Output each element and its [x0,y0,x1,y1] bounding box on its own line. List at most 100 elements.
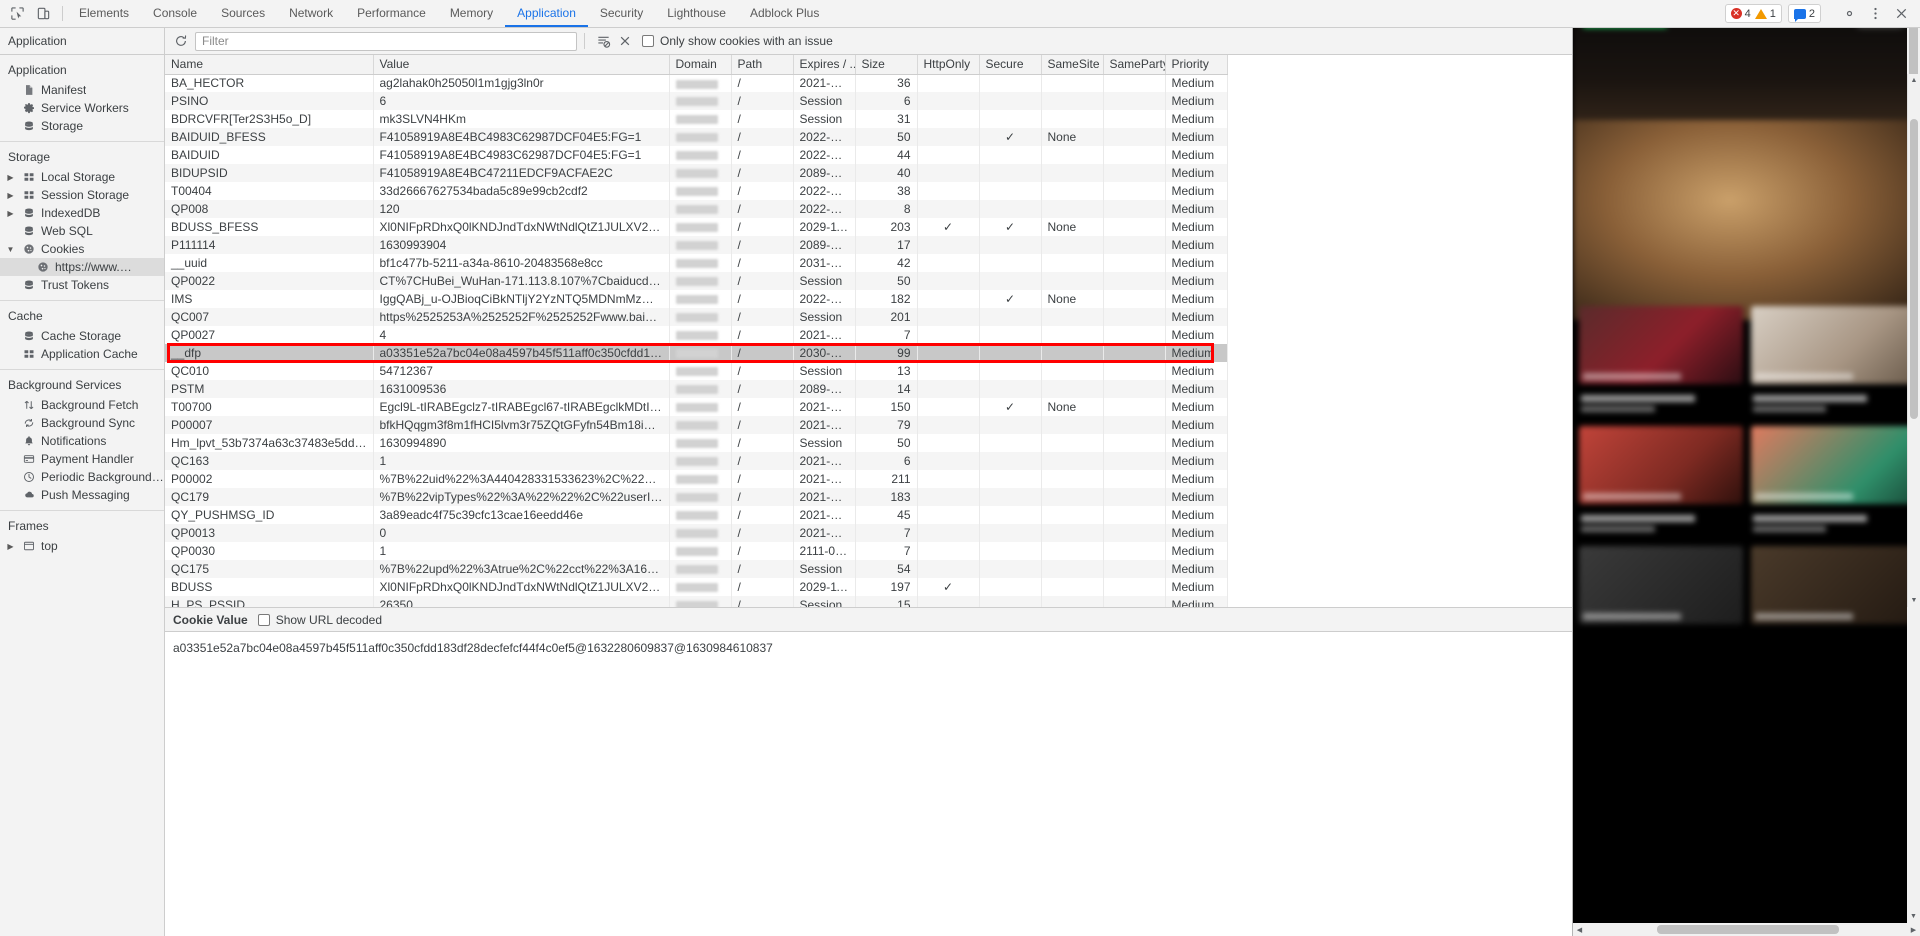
error-badge[interactable]: ✕ 4 [1730,8,1751,20]
table-row[interactable]: Hm_lpvt_53b7374a63c37483e5dd97d... 163099… [165,434,1228,452]
table-row[interactable]: QC010 54712367 /Session 13 Medium [165,362,1228,380]
table-row[interactable]: QC175 %7B%22upd%22%3Atrue%2C%22cct%22%3A1… [165,560,1228,578]
tab-sources[interactable]: Sources [209,0,277,27]
table-row[interactable]: __dfp a03351e52a7bc04e08a4597b45f511aff0c… [165,344,1228,362]
delete-cookie-icon[interactable] [614,30,636,52]
sidebar-item-top[interactable]: ▶ top [0,537,164,555]
sidebar-item-periodic-background-sync[interactable]: ▶Periodic Background Sync [0,468,164,486]
warning-badge[interactable]: 1 [1754,8,1776,20]
inspect-element-icon[interactable] [8,5,26,23]
table-row[interactable]: T00700 Egcl9L-tIRABEgclz7-tIRABEgcl67-tIR… [165,398,1228,416]
tab-application[interactable]: Application [505,0,588,27]
column-header-samesite[interactable]: SameSite [1041,55,1104,75]
checkbox-box[interactable] [642,35,654,47]
only-show-issues-checkbox[interactable]: Only show cookies with an issue [642,34,833,48]
sidebar-item-notifications[interactable]: ▶Notifications [0,432,164,450]
table-row[interactable]: QP0030 1 /2111-08-... 7 Medium [165,542,1228,560]
column-header-size[interactable]: Size [855,55,918,75]
table-row[interactable]: PSINO 6/Session 6 Medium [165,92,1228,110]
column-header-name[interactable]: Name [165,55,374,75]
table-row[interactable]: P00007 bfkHQqgm3f8m1fHCI5lvm3r75ZQtGFyfn5… [165,416,1228,434]
table-row[interactable]: QC179 %7B%22vipTypes%22%3A%22%22%2C%22use… [165,488,1228,506]
table-row[interactable]: BDRCVFR[Ter2S3H5o_D] mk3SLVN4HKm / Session 3… [165,110,1228,128]
preview-horizontal-scrollbar[interactable]: ◀ ▶ [1573,923,1920,936]
scroll-right-icon[interactable]: ▶ [1907,923,1920,936]
table-row[interactable]: P111114 1630993904 /2089-09-... 17 Medium [165,236,1228,254]
sidebar-item-service-workers[interactable]: ▶Service Workers [0,99,164,117]
sidebar-item-payment-handler[interactable]: ▶Payment Handler [0,450,164,468]
tab-lighthouse[interactable]: Lighthouse [655,0,738,27]
issue-counters[interactable]: ✕ 4 1 [1724,4,1782,23]
table-row[interactable]: QC007 https%2525253A%2525252F%2525252Fwww… [165,308,1228,326]
clear-all-cookies-icon[interactable] [592,30,614,52]
sidebar-item-manifest[interactable]: ▶Manifest [0,81,164,99]
sidebar-item-background-sync[interactable]: ▶Background Sync [0,414,164,432]
table-row[interactable]: __uuid bf1c477b-5211-a34a-8610-20483568e8… [165,254,1228,272]
chevron-right-icon[interactable]: ▶ [6,173,15,182]
table-row[interactable]: BAIDUID F41058919A8E4BC4983C62987DCF04E5:… [165,146,1228,164]
more-options-icon[interactable] [1862,1,1888,27]
chevron-right-icon[interactable]: ▶ [6,209,15,218]
column-header-value[interactable]: Value [373,55,670,75]
chevron-right-icon[interactable]: ▶ [6,542,15,551]
table-row[interactable]: QY_PUSHMSG_ID 3a89eadc4f75c39cfc13cae16ee… [165,506,1228,524]
filter-input[interactable] [195,31,577,51]
sidebar-item-indexeddb[interactable]: ▶ IndexedDB [0,204,164,222]
tab-memory[interactable]: Memory [438,0,505,27]
table-vertical-scrollbar[interactable]: ▲ ▼ [1907,74,1920,607]
column-header-path[interactable]: Path [731,55,794,75]
table-row[interactable]: PSTM 1631009536 /2089-09-... 14 Medium [165,380,1228,398]
sidebar-item-local-storage[interactable]: ▶ Local Storage [0,168,164,186]
table-row[interactable]: QP008 120 /2022-09-... 8 Medium [165,200,1228,218]
column-header-priority[interactable]: Priority [1165,55,1228,75]
column-header-httponly[interactable]: HttpOnly [917,55,980,75]
scrollbar-thumb[interactable] [1657,925,1839,934]
scroll-left-icon[interactable]: ◀ [1573,923,1586,936]
tab-console[interactable]: Console [141,0,209,27]
sidebar-item-cache-storage[interactable]: ▶Cache Storage [0,327,164,345]
sidebar-item-cookies[interactable]: ▼ Cookies [0,240,164,258]
sidebar-item-push-messaging[interactable]: ▶Push Messaging [0,486,164,504]
tab-adblock-plus[interactable]: Adblock Plus [738,0,831,27]
sidebar-item-trust-tokens[interactable]: ▶Trust Tokens [0,276,164,294]
tab-security[interactable]: Security [588,0,655,27]
column-header-secure[interactable]: Secure [979,55,1042,75]
table-row[interactable]: QP0013 0 /2021-09-... 7 Medium [165,524,1228,542]
checkbox-box[interactable] [257,613,270,626]
table-row[interactable]: BA_HECTOR ag2lahak0h25050l1m1gjg3ln0r /202… [165,74,1228,92]
table-row[interactable]: BIDUPSID F41058919A8E4BC47211EDCF9ACFAE2C… [165,164,1228,182]
sidebar-item-session-storage[interactable]: ▶ Session Storage [0,186,164,204]
tab-network[interactable]: Network [277,0,345,27]
table-row[interactable]: T00404 33d26667627534bada5c89e99cb2cdf2 /2… [165,182,1228,200]
sidebar-item-web-sql[interactable]: ▶Web SQL [0,222,164,240]
sidebar-item-application-cache[interactable]: ▶Application Cache [0,345,164,363]
table-row[interactable]: H_PS_PSSID 26350 /Session 15 Medium [165,596,1228,607]
table-row[interactable]: P00002 %7B%22uid%22%3A440428331533623%2C%… [165,470,1228,488]
tab-elements[interactable]: Elements [67,0,141,27]
table-row[interactable]: IMS IggQABj_u-OJBioqCiBkNTljY2YzNTQ5MDNmM… [165,290,1228,308]
sidebar-item-background-fetch[interactable]: ▶Background Fetch [0,396,164,414]
table-row[interactable]: QC163 1 /2021-09-... 6 Medium [165,452,1228,470]
table-row[interactable]: BAIDUID_BFESS F41058919A8E4BC4983C62987DC… [165,128,1228,146]
refresh-icon[interactable] [169,29,193,53]
gear-icon[interactable] [1836,1,1862,27]
table-row[interactable]: BDUSS_BFESS Xl0NIFpRDhxQ0lKNDJndTdxNWtNdl… [165,218,1228,236]
chevron-down-icon[interactable]: ▼ [6,245,15,254]
scroll-down-icon[interactable]: ▼ [1907,910,1920,923]
scroll-down-icon[interactable]: ▼ [1908,594,1920,607]
show-url-decoded-checkbox[interactable]: Show URL decoded [257,613,382,627]
sidebar-item-https-www[interactable]: ▶https://www.com [0,258,164,276]
tab-performance[interactable]: Performance [345,0,438,27]
column-header-expires[interactable]: Expires / ... [793,55,856,75]
close-icon[interactable] [1888,1,1914,27]
chevron-right-icon[interactable]: ▶ [6,191,15,200]
scroll-up-icon[interactable]: ▲ [1908,74,1920,87]
column-header-sameparty[interactable]: SameParty [1103,55,1166,75]
table-row[interactable]: BDUSS Xl0NIFpRDhxQ0lKNDJndTdxNWtNdlQtZ1JU… [165,578,1228,596]
message-counter[interactable]: 2 [1787,4,1821,23]
scrollbar-thumb[interactable] [1910,119,1918,419]
device-toolbar-icon[interactable] [34,5,52,23]
column-header-domain[interactable]: Domain [669,55,732,75]
message-badge[interactable]: 2 [1793,8,1815,22]
table-row[interactable]: QP0027 4 /2021-09-... 7 Medium [165,326,1228,344]
